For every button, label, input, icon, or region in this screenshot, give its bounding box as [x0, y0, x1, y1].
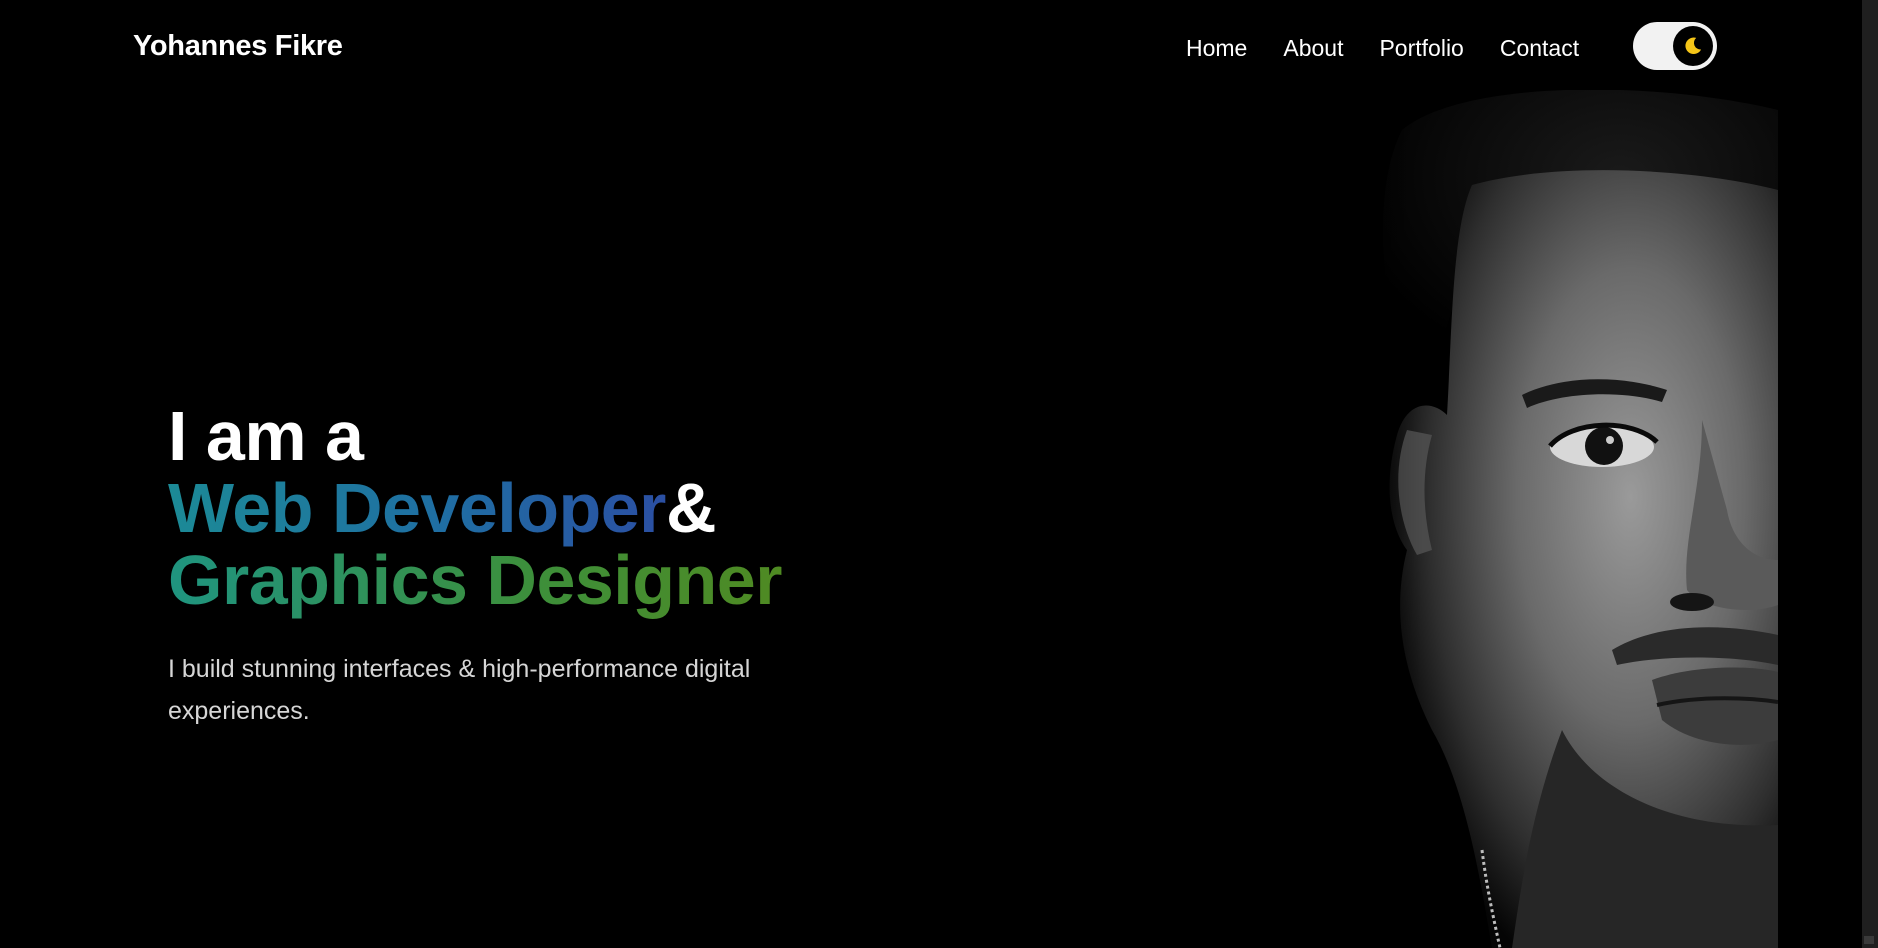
nav-portfolio[interactable]: Portfolio: [1379, 34, 1463, 62]
toggle-knob: [1673, 26, 1713, 66]
moon-icon: [1685, 37, 1702, 55]
main-nav: Home About Portfolio Contact: [1186, 34, 1579, 62]
page: Yohannes Fikre Home About Portfolio Cont…: [0, 0, 1862, 948]
nav-home[interactable]: Home: [1186, 34, 1247, 62]
hero-role-line-2: Graphics Designer: [168, 544, 868, 616]
scrollbar-thumb[interactable]: [1864, 936, 1874, 944]
hero-ampersand: &: [665, 469, 717, 547]
hero-subtitle: I build stunning interfaces & high-perfo…: [168, 655, 751, 725]
site-logo[interactable]: Yohannes Fikre: [133, 30, 343, 63]
hero-role-line-1: Web Developer&: [168, 472, 868, 544]
hero-intro: I am a: [168, 397, 364, 475]
nav-about[interactable]: About: [1283, 34, 1343, 62]
portrait-photo: [1232, 90, 1778, 948]
hero-section: I am a Web Developer& Graphics Designer …: [168, 400, 868, 732]
hero-role-web-developer: Web Developer: [168, 469, 666, 547]
scrollbar[interactable]: [1862, 0, 1878, 948]
nav-contact[interactable]: Contact: [1500, 34, 1579, 62]
hero-role-graphics-designer: Graphics Designer: [168, 541, 782, 619]
theme-toggle[interactable]: [1633, 22, 1717, 70]
